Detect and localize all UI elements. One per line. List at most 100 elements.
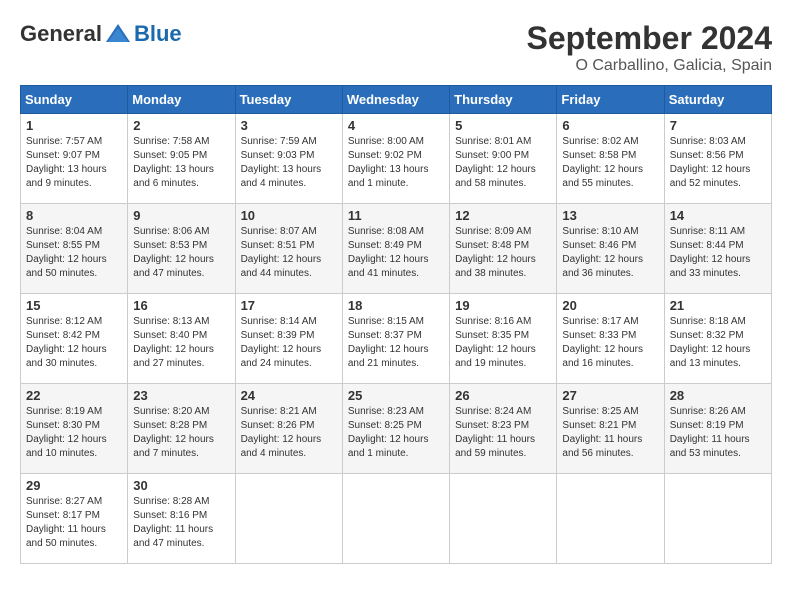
calendar-cell: 6 Sunrise: 8:02 AMSunset: 8:58 PMDaylight… <box>557 114 664 204</box>
calendar-cell: 8 Sunrise: 8:04 AMSunset: 8:55 PMDaylight… <box>21 204 128 294</box>
day-number: 2 <box>133 118 229 133</box>
calendar-cell: 11 Sunrise: 8:08 AMSunset: 8:49 PMDayligh… <box>342 204 449 294</box>
cell-text: Sunrise: 8:18 AMSunset: 8:32 PMDaylight:… <box>670 316 751 369</box>
col-header-saturday: Saturday <box>664 86 771 114</box>
logo: General Blue <box>20 20 182 48</box>
col-header-monday: Monday <box>128 86 235 114</box>
calendar-cell <box>664 474 771 564</box>
day-number: 9 <box>133 208 229 223</box>
cell-text: Sunrise: 8:11 AMSunset: 8:44 PMDaylight:… <box>670 226 751 279</box>
day-number: 4 <box>348 118 444 133</box>
calendar-cell: 1 Sunrise: 7:57 AMSunset: 9:07 PMDaylight… <box>21 114 128 204</box>
logo-icon <box>104 20 132 48</box>
day-number: 24 <box>241 388 337 403</box>
day-number: 19 <box>455 298 551 313</box>
calendar-cell: 15 Sunrise: 8:12 AMSunset: 8:42 PMDayligh… <box>21 294 128 384</box>
cell-text: Sunrise: 8:26 AMSunset: 8:19 PMDaylight:… <box>670 406 750 459</box>
day-number: 5 <box>455 118 551 133</box>
calendar-cell: 23Sunrise: 8:20 AMSunset: 8:28 PMDayligh… <box>128 384 235 474</box>
day-number: 11 <box>348 208 444 223</box>
cell-text: Sunrise: 8:15 AMSunset: 8:37 PMDaylight:… <box>348 316 429 369</box>
month-year: September 2024 <box>527 20 772 57</box>
calendar-table: SundayMondayTuesdayWednesdayThursdayFrid… <box>20 85 772 564</box>
calendar-cell: 17 Sunrise: 8:14 AMSunset: 8:39 PMDayligh… <box>235 294 342 384</box>
cell-text: Sunrise: 8:08 AMSunset: 8:49 PMDaylight:… <box>348 226 429 279</box>
cell-text: Sunrise: 7:58 AMSunset: 9:05 PMDaylight:… <box>133 136 214 189</box>
calendar-header-row: SundayMondayTuesdayWednesdayThursdayFrid… <box>21 86 772 114</box>
day-number: 18 <box>348 298 444 313</box>
cell-text: Sunrise: 8:16 AMSunset: 8:35 PMDaylight:… <box>455 316 536 369</box>
day-number: 26 <box>455 388 551 403</box>
calendar-cell: 4 Sunrise: 8:00 AMSunset: 9:02 PMDaylight… <box>342 114 449 204</box>
cell-text: Sunrise: 8:10 AMSunset: 8:46 PMDaylight:… <box>562 226 643 279</box>
page-header: General Blue September 2024 O Carballino… <box>20 20 772 75</box>
calendar-cell: 12 Sunrise: 8:09 AMSunset: 8:48 PMDayligh… <box>450 204 557 294</box>
calendar-week-row: 22Sunrise: 8:19 AMSunset: 8:30 PMDayligh… <box>21 384 772 474</box>
title-block: September 2024 O Carballino, Galicia, Sp… <box>527 20 772 75</box>
cell-text: Sunrise: 8:12 AMSunset: 8:42 PMDaylight:… <box>26 316 107 369</box>
day-number: 1 <box>26 118 122 133</box>
cell-text: Sunrise: 8:21 AMSunset: 8:26 PMDaylight:… <box>241 406 322 459</box>
day-number: 13 <box>562 208 658 223</box>
calendar-cell: 21 Sunrise: 8:18 AMSunset: 8:32 PMDayligh… <box>664 294 771 384</box>
cell-text: Sunrise: 8:25 AMSunset: 8:21 PMDaylight:… <box>562 406 642 459</box>
calendar-cell <box>342 474 449 564</box>
calendar-cell <box>557 474 664 564</box>
col-header-sunday: Sunday <box>21 86 128 114</box>
calendar-cell: 2 Sunrise: 7:58 AMSunset: 9:05 PMDaylight… <box>128 114 235 204</box>
col-header-friday: Friday <box>557 86 664 114</box>
calendar-cell: 22Sunrise: 8:19 AMSunset: 8:30 PMDayligh… <box>21 384 128 474</box>
day-number: 14 <box>670 208 766 223</box>
cell-text: Sunrise: 8:17 AMSunset: 8:33 PMDaylight:… <box>562 316 643 369</box>
calendar-cell: 9 Sunrise: 8:06 AMSunset: 8:53 PMDaylight… <box>128 204 235 294</box>
calendar-cell: 20 Sunrise: 8:17 AMSunset: 8:33 PMDayligh… <box>557 294 664 384</box>
calendar-week-row: 1 Sunrise: 7:57 AMSunset: 9:07 PMDaylight… <box>21 114 772 204</box>
day-number: 17 <box>241 298 337 313</box>
day-number: 30 <box>133 478 229 493</box>
day-number: 20 <box>562 298 658 313</box>
calendar-cell: 18 Sunrise: 8:15 AMSunset: 8:37 PMDayligh… <box>342 294 449 384</box>
day-number: 12 <box>455 208 551 223</box>
day-number: 25 <box>348 388 444 403</box>
col-header-tuesday: Tuesday <box>235 86 342 114</box>
location: O Carballino, Galicia, Spain <box>527 57 772 75</box>
calendar-cell: 30 Sunrise: 8:28 AMSunset: 8:16 PMDayligh… <box>128 474 235 564</box>
logo-general: General <box>20 21 102 47</box>
cell-text: Sunrise: 8:19 AMSunset: 8:30 PMDaylight:… <box>26 406 107 459</box>
calendar-cell: 16 Sunrise: 8:13 AMSunset: 8:40 PMDayligh… <box>128 294 235 384</box>
calendar-cell: 24 Sunrise: 8:21 AMSunset: 8:26 PMDayligh… <box>235 384 342 474</box>
calendar-cell: 26 Sunrise: 8:24 AMSunset: 8:23 PMDayligh… <box>450 384 557 474</box>
day-number: 7 <box>670 118 766 133</box>
col-header-wednesday: Wednesday <box>342 86 449 114</box>
day-number: 16 <box>133 298 229 313</box>
calendar-cell: 14 Sunrise: 8:11 AMSunset: 8:44 PMDayligh… <box>664 204 771 294</box>
cell-text: Sunrise: 8:00 AMSunset: 9:02 PMDaylight:… <box>348 136 429 189</box>
day-number: 15 <box>26 298 122 313</box>
cell-text: Sunrise: 8:14 AMSunset: 8:39 PMDaylight:… <box>241 316 322 369</box>
cell-text: Sunrise: 8:06 AMSunset: 8:53 PMDaylight:… <box>133 226 214 279</box>
day-number: 21 <box>670 298 766 313</box>
day-number: 23 <box>133 388 229 403</box>
calendar-week-row: 8 Sunrise: 8:04 AMSunset: 8:55 PMDaylight… <box>21 204 772 294</box>
calendar-cell: 10Sunrise: 8:07 AMSunset: 8:51 PMDayligh… <box>235 204 342 294</box>
cell-text: Sunrise: 8:03 AMSunset: 8:56 PMDaylight:… <box>670 136 751 189</box>
day-number: 10 <box>241 208 337 223</box>
cell-text: Sunrise: 8:13 AMSunset: 8:40 PMDaylight:… <box>133 316 214 369</box>
cell-text: Sunrise: 7:57 AMSunset: 9:07 PMDaylight:… <box>26 136 107 189</box>
cell-text: Sunrise: 8:09 AMSunset: 8:48 PMDaylight:… <box>455 226 536 279</box>
day-number: 28 <box>670 388 766 403</box>
col-header-thursday: Thursday <box>450 86 557 114</box>
day-number: 6 <box>562 118 658 133</box>
cell-text: Sunrise: 8:23 AMSunset: 8:25 PMDaylight:… <box>348 406 429 459</box>
day-number: 29 <box>26 478 122 493</box>
cell-text: Sunrise: 8:02 AMSunset: 8:58 PMDaylight:… <box>562 136 643 189</box>
cell-text: Sunrise: 8:24 AMSunset: 8:23 PMDaylight:… <box>455 406 535 459</box>
calendar-cell: 19 Sunrise: 8:16 AMSunset: 8:35 PMDayligh… <box>450 294 557 384</box>
calendar-cell: 5Sunrise: 8:01 AMSunset: 9:00 PMDaylight… <box>450 114 557 204</box>
day-number: 8 <box>26 208 122 223</box>
day-number: 27 <box>562 388 658 403</box>
cell-text: Sunrise: 8:28 AMSunset: 8:16 PMDaylight:… <box>133 496 213 549</box>
calendar-cell: 28 Sunrise: 8:26 AMSunset: 8:19 PMDayligh… <box>664 384 771 474</box>
cell-text: Sunrise: 8:04 AMSunset: 8:55 PMDaylight:… <box>26 226 107 279</box>
day-number: 3 <box>241 118 337 133</box>
